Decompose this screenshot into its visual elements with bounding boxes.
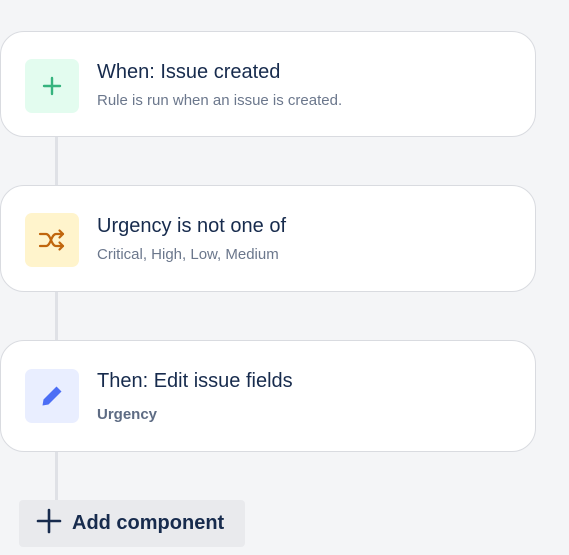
trigger-title: When: Issue created bbox=[97, 61, 281, 83]
trigger-subtitle: Rule is run when an issue is created. bbox=[97, 92, 343, 109]
rule-builder-canvas: When: Issue created Rule is run when an … bbox=[0, 0, 569, 555]
plus-icon bbox=[36, 508, 62, 539]
trigger-card[interactable] bbox=[0, 31, 536, 137]
add-component-button[interactable]: Add component bbox=[19, 500, 245, 547]
plus-icon bbox=[25, 59, 79, 113]
action-card[interactable] bbox=[0, 340, 536, 452]
condition-card[interactable] bbox=[0, 185, 536, 292]
step-connector bbox=[55, 452, 58, 500]
action-subtitle: Urgency bbox=[97, 406, 158, 423]
condition-subtitle: Critical, High, Low, Medium bbox=[97, 246, 279, 263]
action-title: Then: Edit issue fields bbox=[97, 370, 293, 392]
step-connector bbox=[55, 137, 58, 185]
condition-title: Urgency is not one of bbox=[97, 215, 286, 237]
step-connector bbox=[55, 292, 58, 340]
pencil-icon bbox=[25, 369, 79, 423]
add-component-label: Add component bbox=[72, 512, 225, 534]
shuffle-icon bbox=[25, 213, 79, 267]
